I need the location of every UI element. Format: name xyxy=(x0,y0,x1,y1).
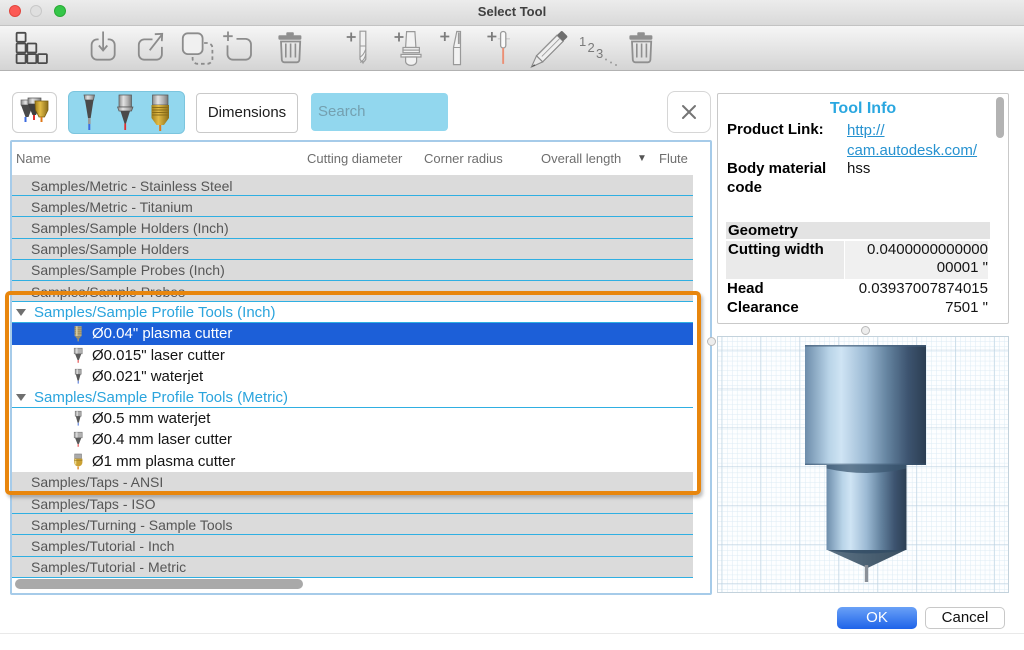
svg-text:3: 3 xyxy=(596,46,603,61)
svg-text:2: 2 xyxy=(588,40,595,55)
svg-text:1: 1 xyxy=(579,34,586,49)
